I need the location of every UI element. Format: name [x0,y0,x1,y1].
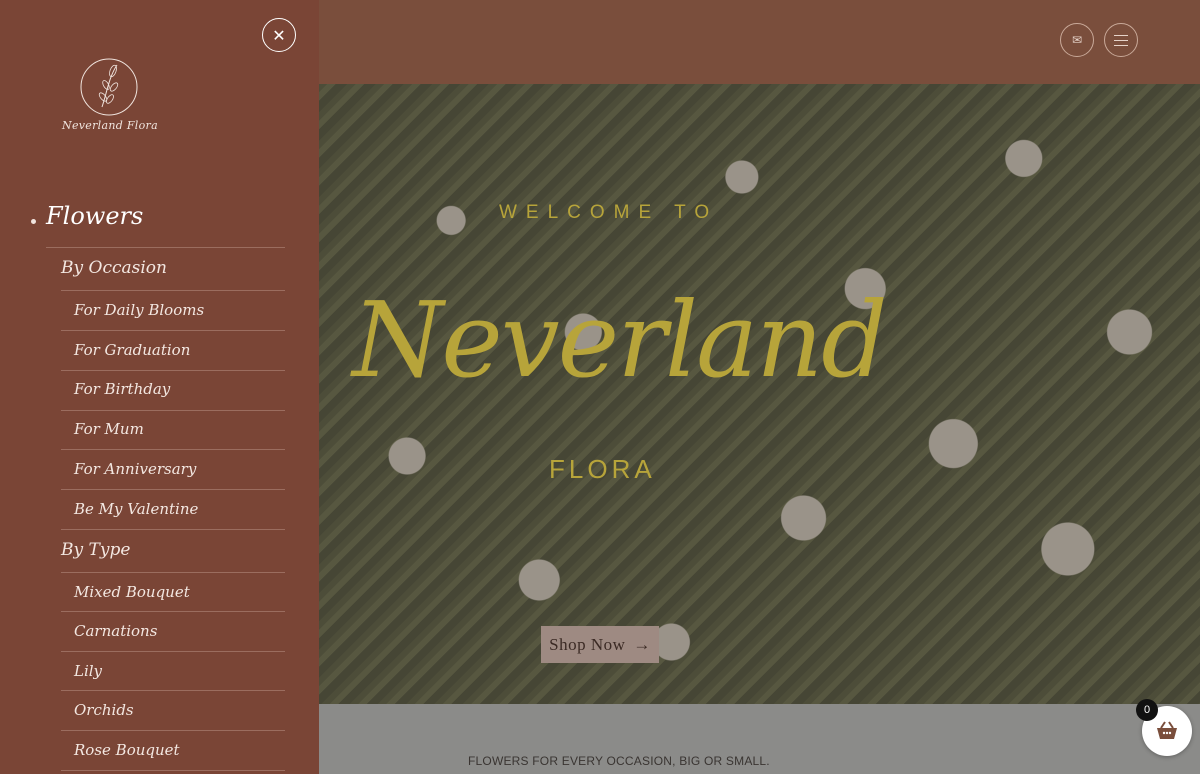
menu-button[interactable] [1104,23,1138,57]
menu-item-flowers[interactable]: Flowers [46,202,143,230]
basket-icon [1157,721,1177,739]
menu-item-for-anniversary[interactable]: For Anniversary [74,460,196,478]
shop-now-button[interactable]: Shop Now → [541,626,659,663]
arrow-right-icon: → [633,634,651,654]
close-menu-button[interactable]: ✕ [262,18,296,52]
menu-item-orchids[interactable]: Orchids [74,701,134,719]
menu-item-for-mum[interactable]: For Mum [74,420,144,438]
divider [61,489,285,490]
logo-wordmark: Neverland Flora [62,119,158,132]
divider [61,770,285,771]
brand-logo[interactable]: Neverland Flora [47,57,173,141]
hero-title: Neverland [352,279,887,401]
side-menu: ✕ Neverland Flora Flowers By Occasion Fo… [0,0,319,774]
menu-item-lily[interactable]: Lily [74,662,102,680]
bullet-icon [31,219,36,224]
menu-item-be-my-valentine[interactable]: Be My Valentine [74,500,198,518]
menu-item-for-daily-blooms[interactable]: For Daily Blooms [74,301,204,319]
divider [61,529,285,530]
menu-group-by-occasion[interactable]: By Occasion [61,258,167,278]
divider [61,410,285,411]
menu-item-rose-bouquet[interactable]: Rose Bouquet [74,741,180,759]
tagline: FLOWERS FOR EVERY OCCASION, BIG OR SMALL… [468,754,770,768]
flower-logo-icon [80,58,138,116]
hero-banner: WELCOME TO Neverland FLORA Shop Now → [319,84,1200,704]
divider [61,611,285,612]
mail-icon: ✉ [1071,33,1083,47]
hamburger-icon [1114,34,1128,46]
mail-button[interactable]: ✉ [1060,23,1094,57]
menu-item-for-graduation[interactable]: For Graduation [74,341,190,359]
hero-eyebrow: WELCOME TO [499,202,719,223]
divider [61,690,285,691]
close-icon: ✕ [272,25,286,45]
divider [61,651,285,652]
shop-now-label: Shop Now [549,634,626,654]
hero-subtitle: FLORA [549,454,656,484]
intro-section: FLOWERS FOR EVERY OCCASION, BIG OR SMALL… [319,704,1200,774]
divider [61,449,285,450]
menu-item-carnations[interactable]: Carnations [74,622,157,640]
divider [61,572,285,573]
divider [61,290,285,291]
menu-item-for-birthday[interactable]: For Birthday [74,380,170,398]
divider [61,730,285,731]
divider [46,247,285,248]
divider [61,370,285,371]
menu-item-mixed-bouquet[interactable]: Mixed Bouquet [74,583,190,601]
cart-count-badge: 0 [1136,699,1158,721]
menu-group-by-type[interactable]: By Type [61,540,130,560]
divider [61,330,285,331]
